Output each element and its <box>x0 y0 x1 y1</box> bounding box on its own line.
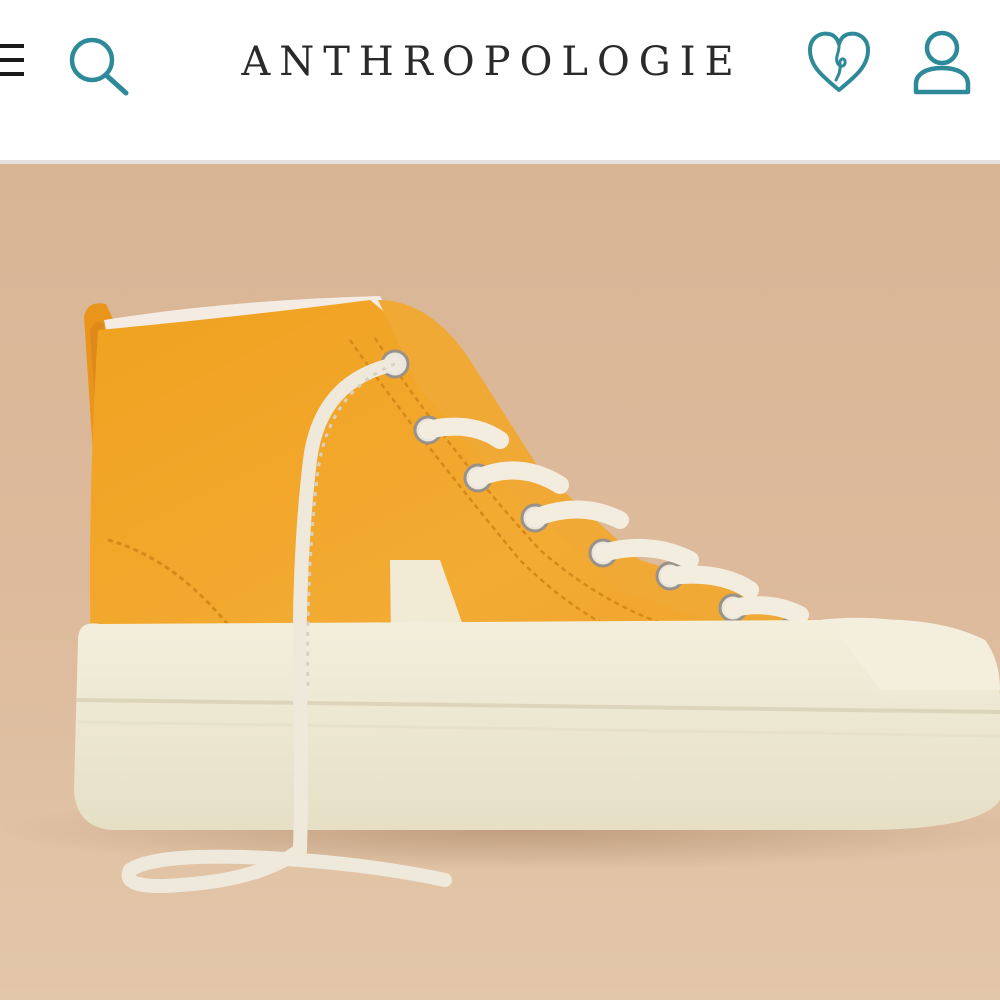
sneaker-image <box>0 164 1000 1000</box>
site-header: ANTHROPOLOGIE <box>0 0 1000 160</box>
search-icon <box>69 37 129 96</box>
account-button[interactable] <box>906 24 978 100</box>
search-button[interactable] <box>62 30 134 98</box>
product-page: ANTHROPOLOGIE <box>0 0 1000 1000</box>
wishlist-button[interactable] <box>802 26 876 98</box>
hamburger-menu-icon <box>0 44 24 76</box>
user-icon <box>913 30 971 95</box>
brand-logo[interactable]: ANTHROPOLOGIE <box>212 30 772 94</box>
product-hero-image[interactable] <box>0 164 1000 1000</box>
heart-icon <box>808 31 870 92</box>
menu-button[interactable] <box>0 36 30 88</box>
